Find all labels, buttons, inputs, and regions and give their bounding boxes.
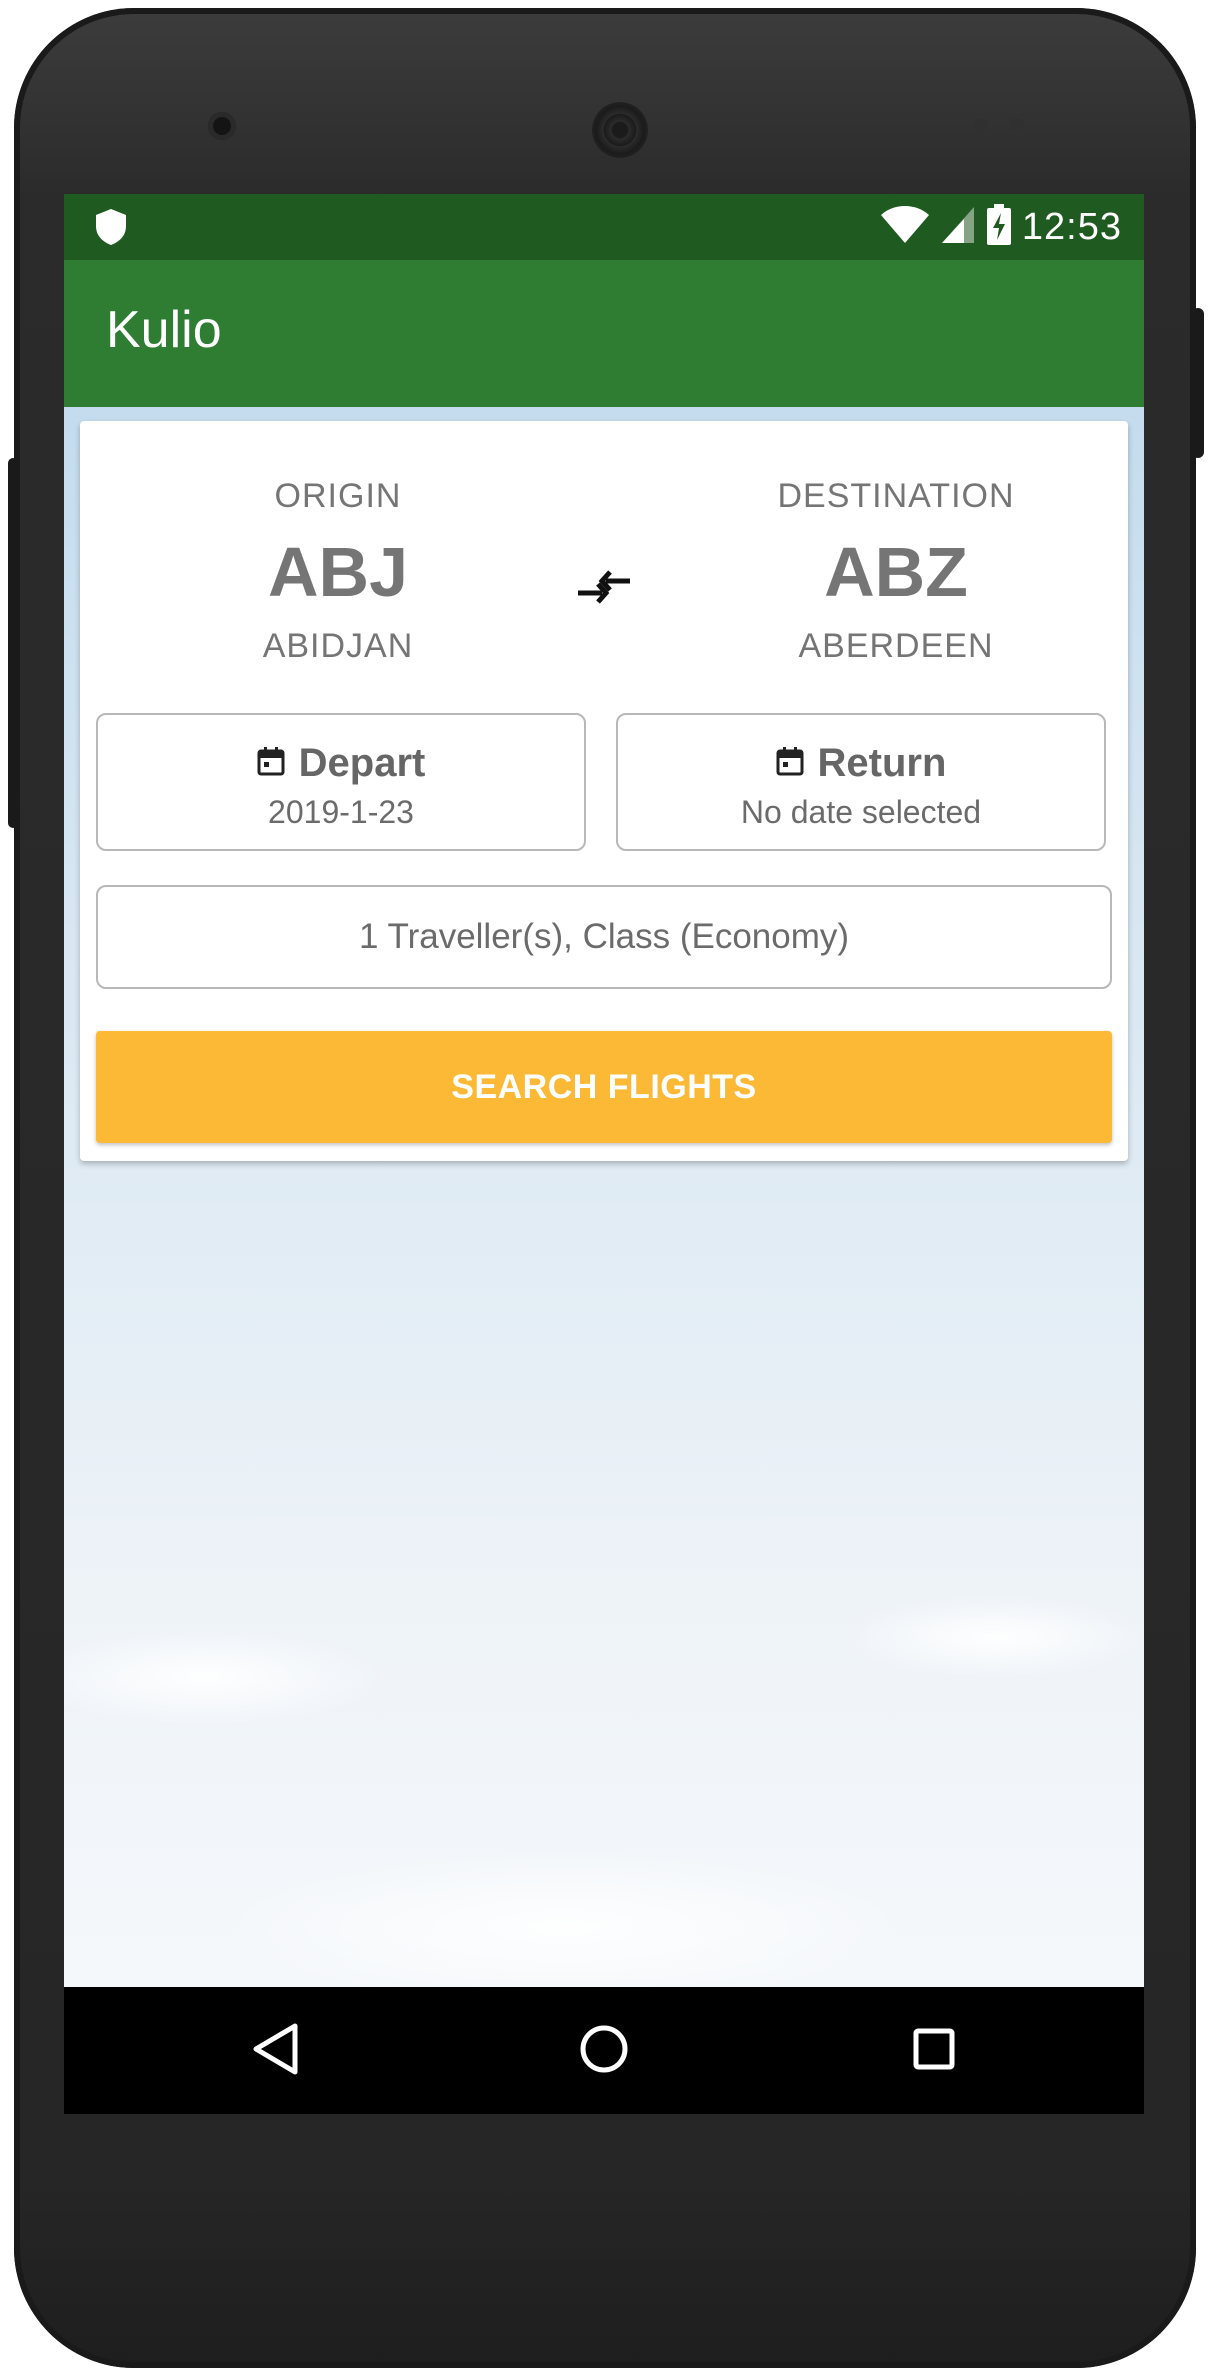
screen: 12:53 Kulio ORIGIN ABJ ABIDJAN DESTINATI… — [64, 194, 1144, 2114]
status-time: 12:53 — [1021, 205, 1122, 248]
flight-search-card: ORIGIN ABJ ABIDJAN DESTINATION ABZ ABERD… — [80, 421, 1128, 1161]
wifi-icon — [880, 205, 930, 250]
flight-search-screen: ORIGIN ABJ ABIDJAN DESTINATION ABZ ABERD… — [64, 407, 1144, 1987]
return-date-value: No date selected — [740, 794, 982, 830]
swap-horizontal-icon — [576, 567, 632, 612]
depart-title: Depart — [98, 741, 584, 786]
recent-apps-square-icon — [912, 2027, 956, 2076]
return-title: Return — [618, 741, 1104, 786]
origin-city: ABIDJAN — [262, 627, 414, 665]
home-circle-icon — [579, 2024, 629, 2079]
depart-label: Depart — [298, 741, 426, 785]
travellers-class-text: 1 Traveller(s), Class (Economy) — [358, 917, 850, 956]
power-button — [8, 458, 18, 828]
return-date-button[interactable]: Return No date selected — [616, 713, 1106, 851]
front-camera — [208, 112, 236, 140]
search-flights-label: SEARCH FLIGHTS — [451, 1067, 757, 1106]
battery-charging-icon — [986, 203, 1012, 251]
swap-airports-button[interactable] — [572, 557, 636, 621]
volume-button — [1192, 308, 1204, 458]
search-flights-button[interactable]: SEARCH FLIGHTS — [96, 1031, 1112, 1143]
earpiece-speaker — [592, 102, 648, 158]
origin-code: ABJ — [267, 533, 409, 611]
back-button[interactable] — [244, 2019, 308, 2083]
destination-code: ABZ — [824, 533, 968, 611]
cell-signal-icon — [940, 205, 976, 250]
destination-selector[interactable]: DESTINATION ABZ ABERDEEN — [746, 477, 1046, 666]
calendar-icon — [776, 741, 804, 786]
light-sensor — [1010, 118, 1024, 132]
app-title: Kulio — [106, 301, 222, 359]
app-bar: Kulio — [64, 260, 1144, 407]
travellers-class-selector[interactable]: 1 Traveller(s), Class (Economy) — [96, 885, 1112, 989]
depart-date-value: 2019-1-23 — [268, 794, 414, 830]
return-label: Return — [817, 741, 947, 785]
shield-icon — [94, 208, 128, 251]
origin-label: ORIGIN — [274, 477, 402, 515]
recent-apps-button[interactable] — [902, 2019, 966, 2083]
calendar-icon — [257, 741, 285, 786]
status-bar: 12:53 — [64, 194, 1144, 260]
navigation-bar — [64, 1987, 1144, 2114]
destination-city: ABERDEEN — [798, 627, 994, 665]
destination-label: DESTINATION — [777, 477, 1015, 515]
home-button[interactable] — [572, 2019, 636, 2083]
back-triangle-icon — [251, 2022, 301, 2081]
proximity-sensor — [974, 118, 988, 132]
origin-selector[interactable]: ORIGIN ABJ ABIDJAN — [188, 477, 488, 666]
status-indicators: 12:53 — [880, 203, 1122, 251]
depart-date-button[interactable]: Depart 2019-1-23 — [96, 713, 586, 851]
